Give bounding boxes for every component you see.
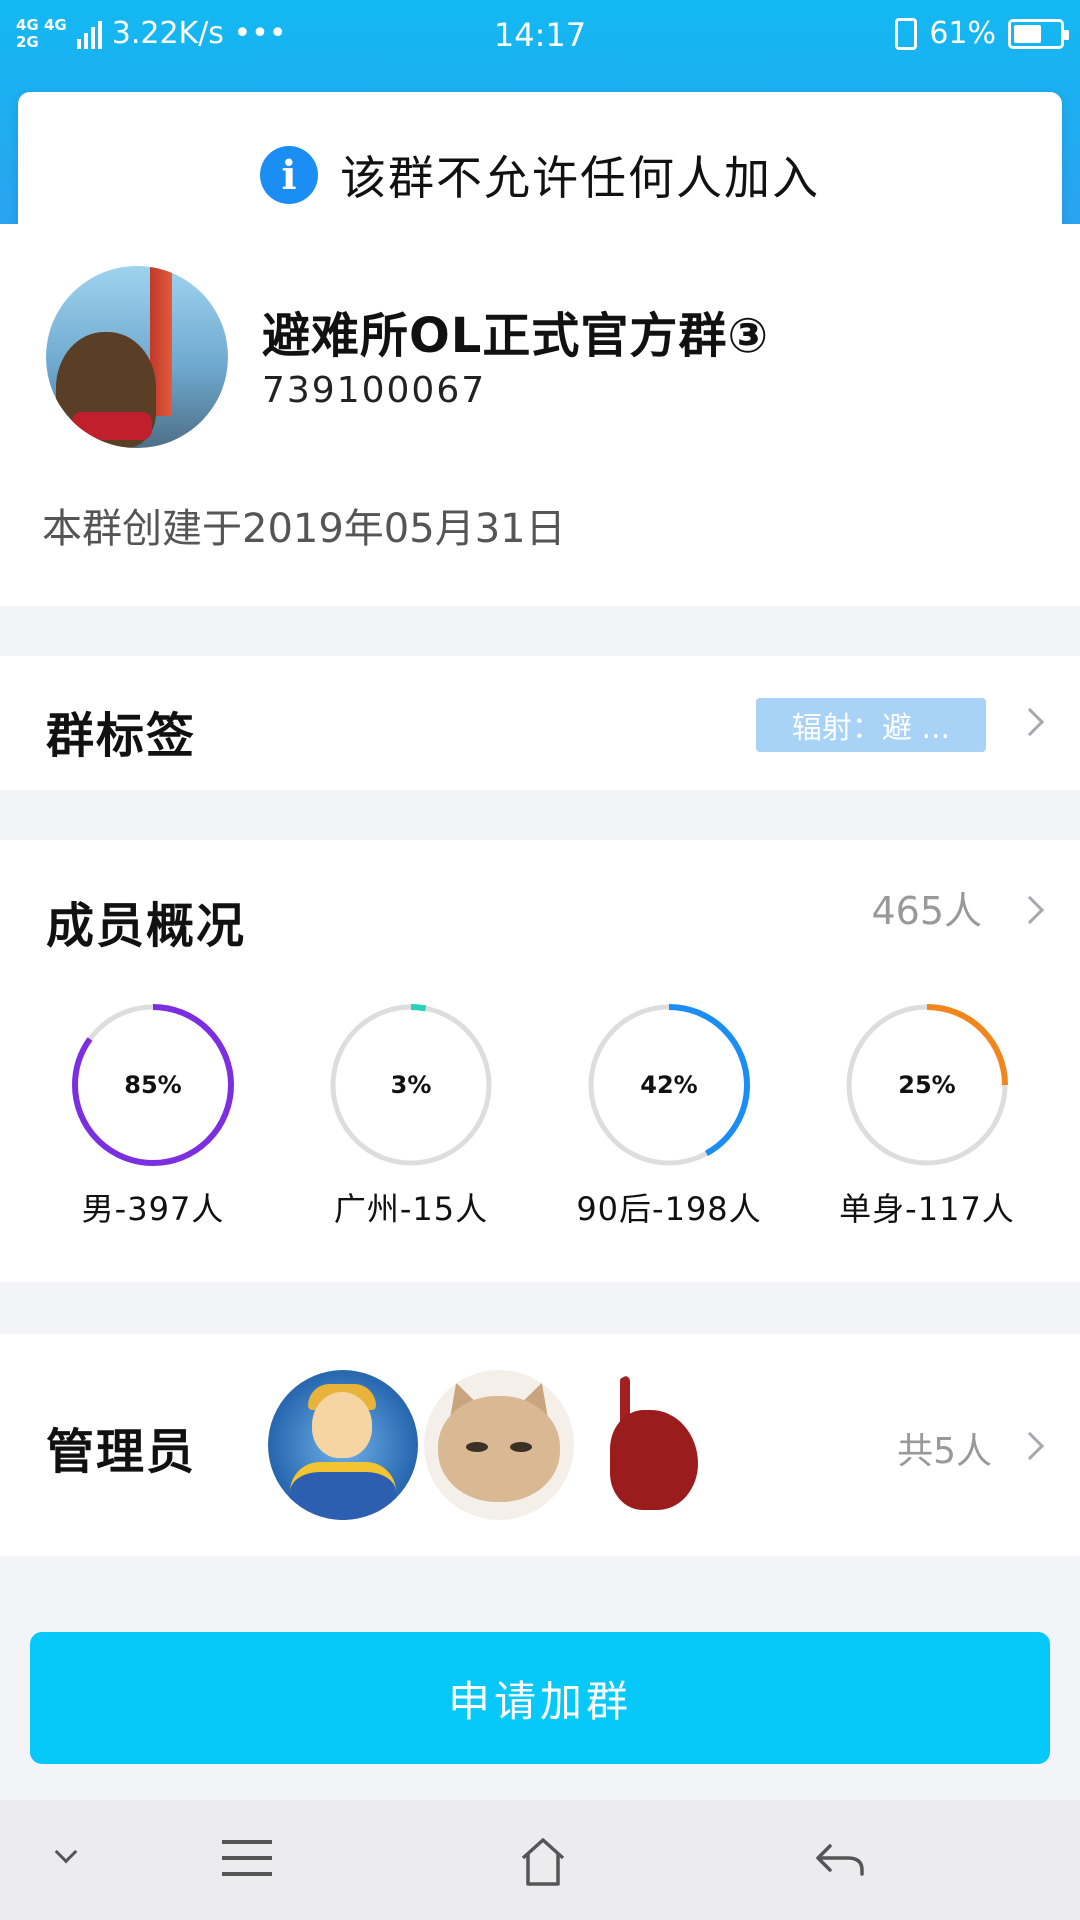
member-stat-single: 25% 单身-117人 <box>839 1000 1014 1228</box>
admin-avatar[interactable] <box>424 1370 574 1520</box>
chevron-right-icon <box>1015 1431 1045 1461</box>
group-id: 739100067 <box>262 370 487 411</box>
member-overview-title: 成员概况 <box>46 898 247 954</box>
group-created-date: 本群创建于2019年05月31日 <box>42 506 566 552</box>
member-stat-age: 42% 90后-198人 <box>576 1000 761 1228</box>
member-overview-card[interactable]: 成员概况 465人 85% 男-397人 3% 广州-15人 42% 90后-1… <box>0 840 1080 1282</box>
info-icon: i <box>260 146 318 204</box>
battery-icon <box>1008 18 1069 49</box>
ring-chart: 85% <box>72 1004 234 1166</box>
member-count: 465人 <box>871 889 982 933</box>
ring-percent: 3% <box>391 1071 432 1099</box>
admins-count: 共5人 <box>897 1431 992 1472</box>
group-tags-title: 群标签 <box>46 708 197 764</box>
member-stat-label: 单身-117人 <box>839 1190 1015 1228</box>
chevron-right-icon <box>1015 895 1045 925</box>
ring-chart: 3% <box>330 1004 492 1166</box>
home-icon[interactable] <box>520 1836 566 1888</box>
member-stat-gender: 85% 男-397人 <box>68 1000 238 1228</box>
chevron-right-icon <box>1015 707 1045 737</box>
system-nav-bar <box>0 1800 1080 1920</box>
group-avatar[interactable] <box>46 266 228 448</box>
status-bar: 4G 4G 2G 3.22K/s ••• 14:17 61% <box>0 0 1080 76</box>
ring-percent: 85% <box>124 1071 181 1099</box>
group-tag-chip[interactable]: 辐射：避 ... <box>756 698 986 752</box>
ring-percent: 25% <box>898 1071 955 1099</box>
ring-percent: 42% <box>640 1071 697 1099</box>
back-icon[interactable] <box>814 1840 866 1880</box>
group-info-card: 避难所OL正式官方群③ 739100067 本群创建于2019年05月31日 <box>0 224 1080 606</box>
member-stat-location: 3% 广州-15人 <box>326 1000 496 1228</box>
admins-title: 管理员 <box>46 1424 197 1480</box>
menu-icon[interactable] <box>222 1840 272 1876</box>
admin-avatar[interactable] <box>268 1370 418 1520</box>
member-stat-label: 男-397人 <box>81 1190 225 1228</box>
battery-percent: 61% <box>929 16 996 51</box>
notice-text: 该群不允许任何人加入 <box>340 151 820 205</box>
chevron-down-icon[interactable] <box>54 1840 78 1864</box>
status-right: 61% <box>895 16 1069 51</box>
vibrate-icon <box>895 17 918 50</box>
admin-avatar[interactable] <box>580 1370 730 1520</box>
group-tags-row[interactable]: 群标签 辐射：避 ... <box>0 656 1080 790</box>
member-stat-label: 90后-198人 <box>576 1190 762 1228</box>
ring-chart: 42% <box>588 1004 750 1166</box>
apply-join-button[interactable]: 申请加群 <box>30 1632 1050 1764</box>
battery-fill <box>1014 24 1041 43</box>
member-stat-label: 广州-15人 <box>333 1190 489 1228</box>
group-name: 避难所OL正式官方群③ <box>262 308 770 364</box>
ring-chart: 25% <box>846 1004 1008 1166</box>
admins-row[interactable]: 管理员 共5人 <box>0 1334 1080 1556</box>
